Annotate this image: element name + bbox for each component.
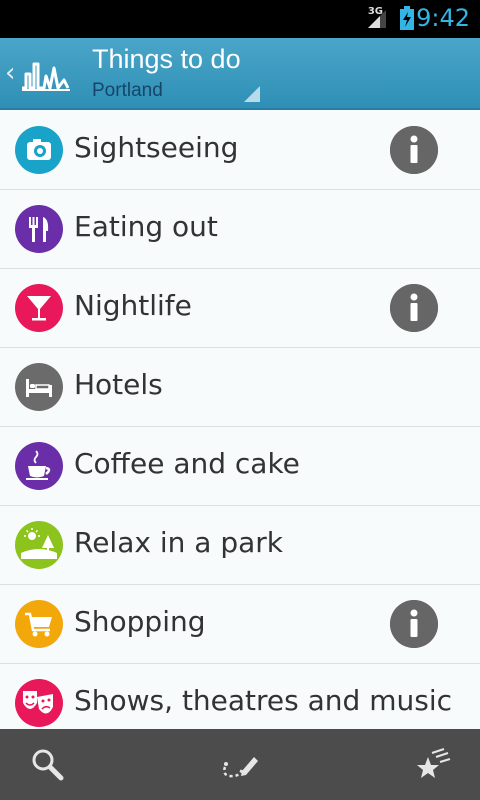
home-up-button[interactable]: ‹ — [0, 38, 78, 110]
location-spinner[interactable]: Things to do Portland — [92, 38, 264, 110]
category-label: Sightseeing — [74, 131, 239, 164]
info-icon[interactable] — [390, 600, 438, 648]
coffee-cup-icon — [15, 442, 63, 490]
route-edit-button[interactable] — [200, 729, 280, 800]
category-label: Hotels — [74, 368, 163, 401]
category-row-shows-theatres-and-music[interactable]: Shows, theatres and music — [0, 664, 480, 729]
favorites-button[interactable] — [392, 729, 472, 800]
category-row-shopping[interactable]: Shopping — [0, 585, 480, 664]
clock: 9:42 — [416, 4, 470, 32]
theatre-masks-icon — [15, 679, 63, 727]
category-list[interactable]: Sightseeing Eating out Nightlife Hotels … — [0, 111, 480, 729]
park-icon — [15, 521, 63, 569]
category-row-nightlife[interactable]: Nightlife — [0, 269, 480, 348]
bottom-bar — [0, 729, 480, 800]
category-label: Shopping — [74, 605, 206, 638]
status-bar: 3G 9:42 — [0, 0, 480, 38]
search-button[interactable] — [8, 729, 88, 800]
fork-knife-icon — [15, 205, 63, 253]
category-label: Nightlife — [74, 289, 192, 322]
cocktail-icon — [15, 284, 63, 332]
category-row-relax-in-a-park[interactable]: Relax in a park — [0, 506, 480, 585]
favorites-icon — [417, 748, 451, 778]
shopping-cart-icon — [15, 600, 63, 648]
spinner-indicator-icon — [244, 86, 260, 102]
category-row-sightseeing[interactable]: Sightseeing — [0, 111, 480, 190]
category-label: Coffee and cake — [74, 447, 300, 480]
signal-icon — [368, 10, 386, 28]
info-icon[interactable] — [390, 284, 438, 332]
category-label: Relax in a park — [74, 526, 283, 559]
info-icon[interactable] — [390, 126, 438, 174]
category-label: Shows, theatres and music — [74, 684, 452, 717]
back-chevron-icon: ‹ — [5, 58, 16, 88]
category-label: Eating out — [74, 210, 218, 243]
action-bar: ‹ Things to do Portland — [0, 38, 480, 110]
category-row-coffee-and-cake[interactable]: Coffee and cake — [0, 427, 480, 506]
camera-icon — [15, 126, 63, 174]
category-row-eating-out[interactable]: Eating out — [0, 190, 480, 269]
battery-charging-icon — [400, 6, 414, 30]
category-row-hotels[interactable]: Hotels — [0, 348, 480, 427]
search-icon — [32, 749, 64, 781]
bed-icon — [15, 363, 63, 411]
page-title: Things to do — [92, 44, 241, 74]
route-edit-icon — [222, 757, 258, 778]
location-subtitle: Portland — [92, 80, 163, 101]
app-logo-icon — [22, 62, 70, 91]
